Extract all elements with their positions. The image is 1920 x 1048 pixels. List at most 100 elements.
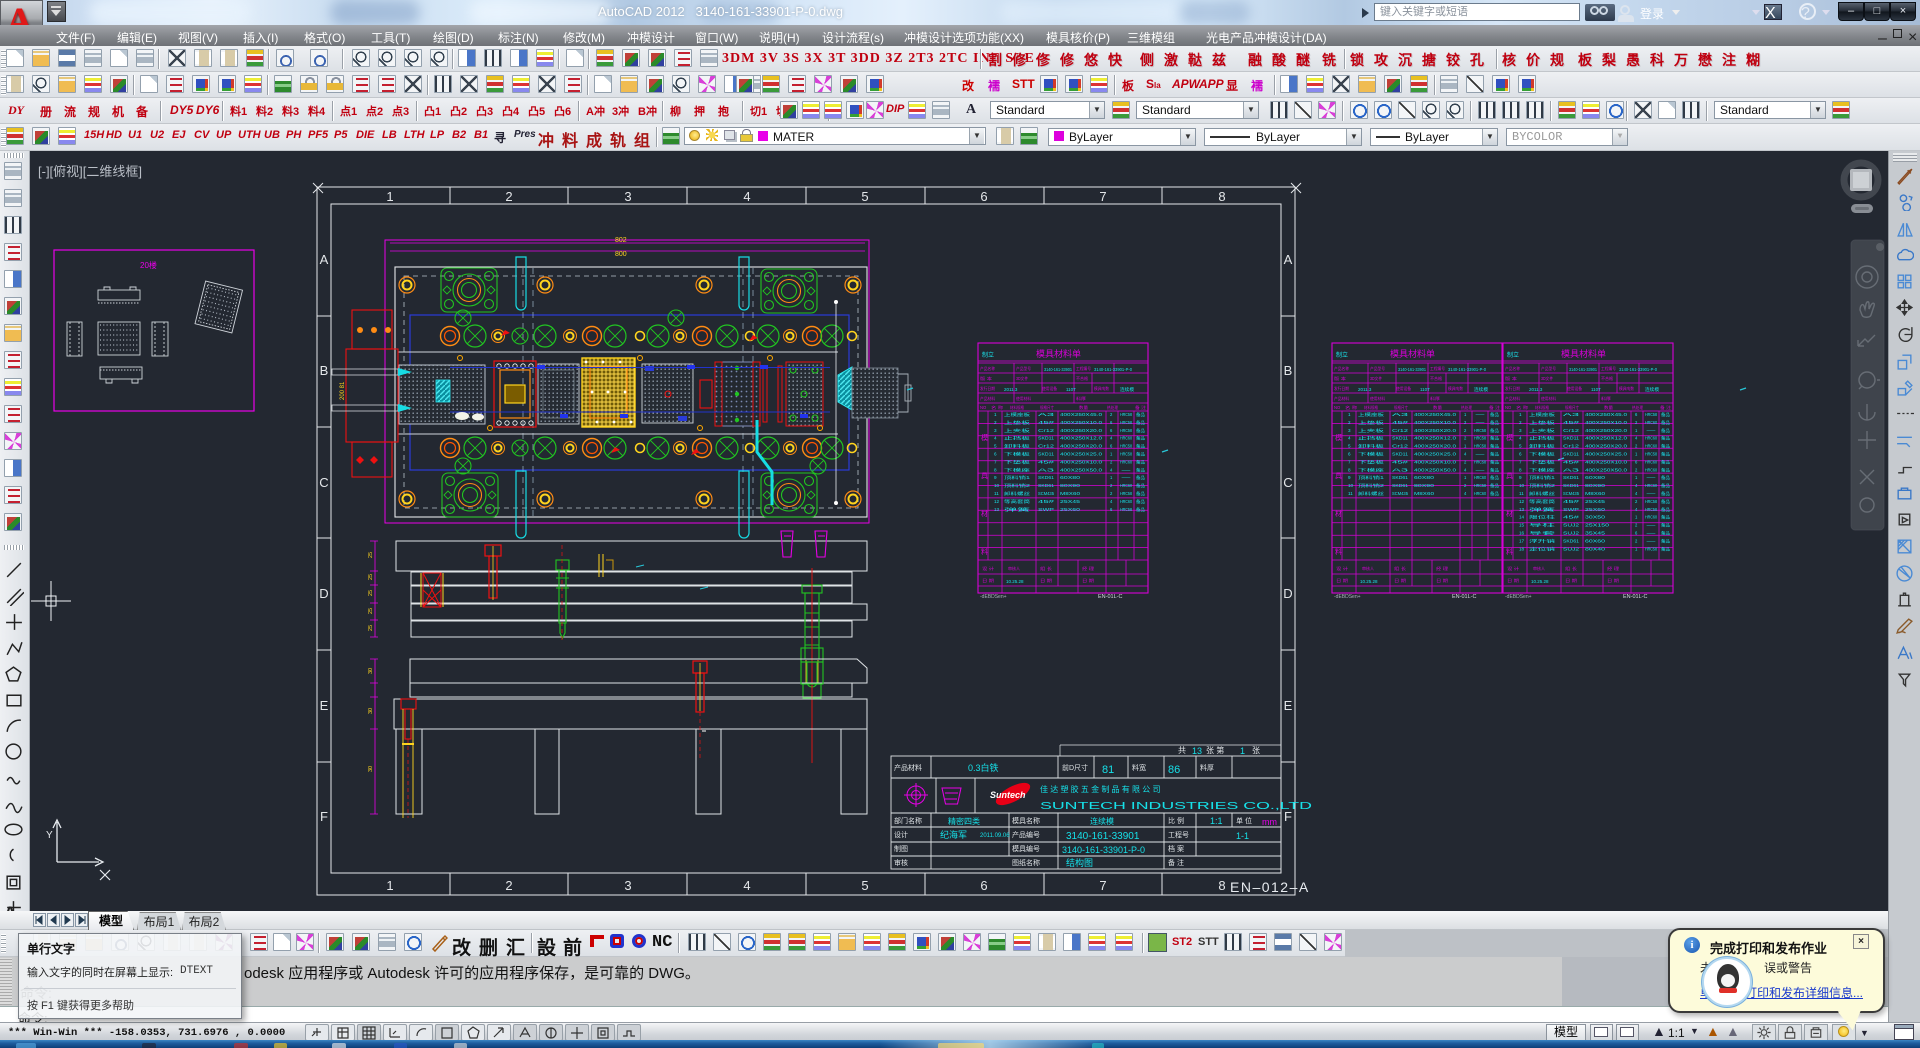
svg-text:佳 达 塑 胶 五 金 制 品 有 限 公 司: 佳 达 塑 胶 五 金 制 品 有 限 公 司 — [1040, 784, 1160, 794]
svg-text:单 位: 单 位 — [1236, 816, 1252, 825]
svg-text:连续模: 连续模 — [1090, 816, 1114, 826]
svg-text:80X90: 80X90 — [1585, 483, 1606, 488]
svg-text:热处理: 热处理 — [1107, 404, 1119, 411]
svg-text:80X40: 80X40 — [1585, 546, 1606, 551]
svg-text:A3: A3 — [1038, 467, 1056, 472]
svg-text:10: 10 — [1348, 483, 1354, 488]
svg-text:3: 3 — [994, 428, 997, 433]
svg-text:SWP: SWP — [1563, 507, 1579, 512]
svg-text:3140-161-33901-P-0: 3140-161-33901-P-0 — [1448, 367, 1487, 372]
svg-text:D: D — [319, 586, 328, 601]
svg-text:5: 5 — [861, 189, 868, 204]
svg-text:HRC58: HRC58 — [1120, 507, 1133, 512]
svg-text:制立: 制立 — [1336, 351, 1348, 359]
svg-text:发行日期: 发行日期 — [1334, 385, 1349, 392]
svg-text:81: 81 — [1102, 764, 1114, 776]
svg-text:备品: 备品 — [1661, 458, 1670, 465]
svg-text:0.3白铁: 0.3白铁 — [968, 762, 999, 773]
svg-text:3: 3 — [624, 878, 631, 893]
svg-text:8: 8 — [994, 467, 997, 472]
svg-text:料厚: 料厚 — [1200, 763, 1214, 772]
svg-text:纪海军: 纪海军 — [940, 829, 967, 840]
svg-text:名 称: 名 称 — [1345, 404, 1357, 411]
svg-text:备品: 备品 — [1661, 498, 1670, 505]
svg-text:浮升销: 浮升销 — [1529, 537, 1555, 544]
svg-text:模具材料单: 模具材料单 — [1390, 348, 1435, 359]
svg-text:60X60: 60X60 — [1585, 538, 1606, 543]
svg-text:400X250X25.0: 400X250X25.0 — [1414, 452, 1457, 457]
svg-text:110T: 110T — [1591, 387, 1601, 392]
svg-text:备 注: 备 注 — [1135, 404, 1147, 411]
svg-text:7: 7 — [994, 459, 997, 464]
svg-text:2: 2 — [1348, 420, 1351, 425]
svg-text:具: 具 — [1506, 472, 1513, 480]
svg-text:80X90: 80X90 — [1414, 483, 1435, 488]
svg-text:25X150: 25X150 — [1585, 523, 1610, 528]
svg-text:备品: 备品 — [1661, 419, 1670, 426]
svg-text:档 案: 档 案 — [1168, 844, 1184, 853]
svg-text:备品: 备品 — [1661, 482, 1670, 489]
svg-text:经 理: 经 理 — [1436, 565, 1449, 571]
svg-text:11: 11 — [1348, 491, 1353, 496]
svg-text:导柱: 导柱 — [1529, 522, 1557, 529]
svg-text:7: 7 — [1519, 459, 1522, 464]
svg-text:备品: 备品 — [1136, 490, 1145, 497]
svg-text:使用设备: 使用设备 — [1567, 385, 1583, 392]
svg-text:备品: 备品 — [1136, 435, 1145, 442]
svg-text:HRC60: HRC60 — [1474, 475, 1487, 480]
svg-text:产品型号: 产品型号 — [1541, 365, 1556, 372]
svg-text:11: 11 — [1519, 491, 1524, 496]
svg-text:材: 材 — [981, 509, 988, 518]
svg-text:9: 9 — [1519, 475, 1522, 480]
svg-text:顶料销1: 顶料销1 — [1004, 474, 1031, 481]
svg-text:3140-161-33901-P-0: 3140-161-33901-P-0 — [1062, 845, 1145, 855]
svg-text:组 长: 组 长 — [1394, 565, 1407, 572]
svg-text:B: B — [320, 363, 329, 378]
svg-text:Cr12: Cr12 — [1392, 444, 1409, 449]
svg-text:产品型号: 产品型号 — [1370, 365, 1385, 372]
svg-text:HRC58: HRC58 — [1120, 420, 1133, 425]
svg-text:NO: NO — [1505, 405, 1512, 410]
svg-text:HRC60: HRC60 — [1474, 491, 1487, 496]
svg-text:模具材料单: 模具材料单 — [1036, 348, 1081, 359]
svg-text:1: 1 — [386, 189, 393, 204]
svg-text:不合格: 不合格 — [1076, 375, 1089, 382]
svg-text:备品: 备品 — [1136, 458, 1145, 465]
svg-text:下模板: 下模板 — [1529, 451, 1557, 458]
svg-text:图纸名称: 图纸名称 — [1012, 858, 1040, 867]
svg-text:60X80: 60X80 — [1414, 475, 1435, 480]
svg-text:产品材料: 产品材料 — [1505, 395, 1521, 402]
svg-text:45#: 45# — [1392, 459, 1410, 464]
svg-text:A3: A3 — [1038, 412, 1056, 417]
svg-text:备品: 备品 — [1661, 530, 1670, 537]
svg-text:上垫板: 上垫板 — [1004, 419, 1032, 426]
svg-text:备品: 备品 — [1661, 522, 1670, 529]
svg-text:16: 16 — [1519, 531, 1525, 536]
svg-text:E: E — [320, 698, 329, 713]
svg-text:备品: 备品 — [1490, 458, 1499, 465]
svg-text:卸料板: 卸料板 — [1358, 443, 1386, 450]
svg-text:400X250X12.0: 400X250X12.0 — [1414, 436, 1457, 441]
svg-text:C: C — [1283, 475, 1292, 490]
svg-text:模: 模 — [981, 433, 988, 442]
svg-text:SKD61: SKD61 — [1038, 483, 1055, 488]
svg-text:SKD11: SKD11 — [1563, 436, 1580, 441]
svg-text:模具吨数: 模具吨数 — [1448, 385, 1464, 392]
svg-text:3D文件: 3D文件 — [1541, 375, 1553, 382]
svg-text:结构图: 结构图 — [1066, 857, 1093, 868]
svg-text:1: 1 — [1348, 412, 1351, 417]
svg-text:HRC60: HRC60 — [1645, 467, 1658, 472]
svg-text:料厚: 料厚 — [1430, 395, 1440, 402]
svg-text:20楼: 20楼 — [140, 260, 157, 270]
svg-text:HRC60: HRC60 — [1120, 499, 1133, 504]
svg-text:卸料板: 卸料板 — [1529, 443, 1557, 450]
svg-text:HRC58: HRC58 — [1474, 436, 1487, 441]
svg-text:10.25.28: 10.25.28 — [1531, 579, 1549, 584]
svg-text:3: 3 — [624, 189, 631, 204]
svg-text:45#: 45# — [1563, 459, 1581, 464]
svg-text:5: 5 — [861, 878, 868, 893]
svg-text:热处理: 热处理 — [1461, 404, 1473, 411]
svg-text:400X250X20.0: 400X250X20.0 — [1060, 428, 1103, 433]
svg-text:45#: 45# — [1563, 420, 1581, 425]
svg-text:mm: mm — [1262, 817, 1277, 827]
